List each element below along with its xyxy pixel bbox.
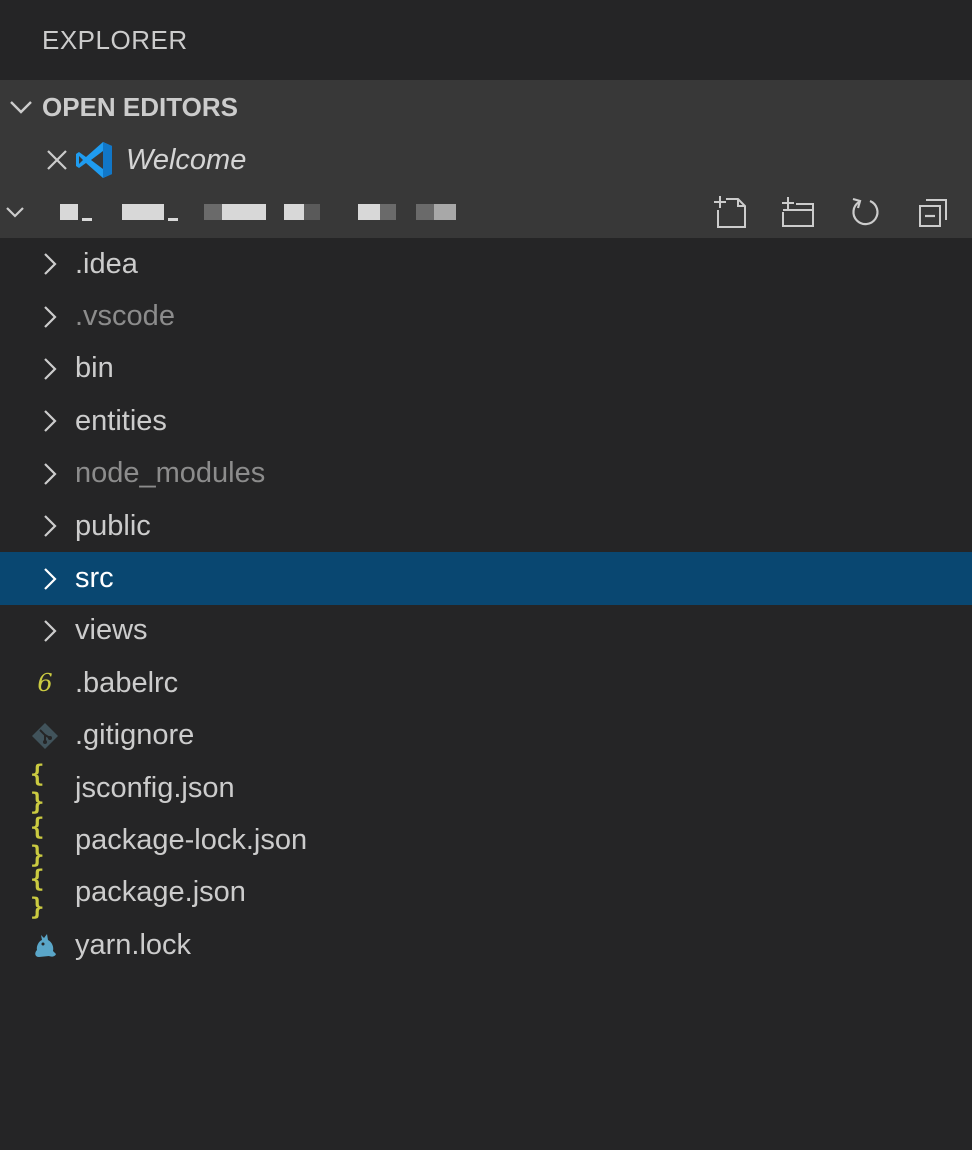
folder-item-vscode[interactable]: .vscode — [0, 290, 972, 342]
folder-label: .vscode — [75, 300, 175, 333]
folder-label: src — [75, 562, 114, 595]
chevron-down-icon — [0, 206, 30, 218]
git-icon — [30, 722, 60, 750]
open-editor-item-welcome[interactable]: Welcome — [0, 134, 972, 186]
file-item-babelrc[interactable]: 6 .babelrc — [0, 657, 972, 709]
close-icon[interactable] — [42, 149, 72, 171]
folder-label: public — [75, 509, 151, 542]
new-folder-icon[interactable] — [780, 194, 816, 230]
folder-actions — [712, 186, 952, 238]
folder-label: entities — [75, 404, 167, 437]
chevron-right-icon — [36, 409, 64, 433]
babel-icon: 6 — [37, 669, 53, 698]
folder-label: node_modules — [75, 457, 266, 490]
yarn-icon — [30, 931, 60, 959]
explorer-title: EXPLORER — [42, 25, 188, 55]
folder-label: bin — [75, 352, 114, 385]
folder-item-bin[interactable]: bin — [0, 343, 972, 395]
folder-item-entities[interactable]: entities — [0, 395, 972, 447]
folder-item-views[interactable]: views — [0, 605, 972, 657]
workspace-folder-header[interactable] — [0, 186, 972, 238]
file-label: yarn.lock — [75, 928, 192, 961]
collapse-all-icon[interactable] — [916, 194, 952, 230]
file-label: .babelrc — [75, 666, 179, 699]
workspace-folder-name-redacted — [60, 204, 456, 221]
new-file-icon[interactable] — [712, 194, 748, 230]
json-icon: { } — [30, 760, 44, 817]
file-item-package-lock[interactable]: { } package-lock.json — [0, 812, 972, 869]
open-editor-label: Welcome — [126, 143, 247, 176]
file-item-package-json[interactable]: { } package.json — [0, 864, 972, 921]
folder-label: .idea — [75, 247, 138, 280]
refresh-icon[interactable] — [848, 194, 884, 230]
open-editors-header[interactable]: OPEN EDITORS — [0, 80, 972, 134]
chevron-right-icon — [36, 252, 64, 276]
chevron-right-icon — [36, 462, 64, 486]
folder-item-src[interactable]: src — [0, 552, 972, 605]
chevron-right-icon — [36, 567, 64, 591]
file-label: package.json — [75, 876, 246, 909]
folder-item-public[interactable]: public — [0, 500, 972, 552]
chevron-right-icon — [36, 357, 64, 381]
chevron-right-icon — [36, 305, 64, 329]
vscode-logo-icon — [74, 139, 116, 181]
chevron-right-icon — [36, 619, 64, 643]
folder-item-node-modules[interactable]: node_modules — [0, 448, 972, 500]
json-icon: { } — [30, 812, 44, 869]
open-editors-label: OPEN EDITORS — [42, 91, 239, 122]
folder-item-idea[interactable]: .idea — [0, 238, 972, 290]
folder-label: views — [75, 614, 148, 647]
file-item-jsconfig[interactable]: { } jsconfig.json — [0, 760, 972, 817]
file-item-gitignore[interactable]: .gitignore — [0, 710, 972, 762]
file-tree: .idea .vscode bin entities node_modules — [0, 238, 972, 971]
file-label: jsconfig.json — [75, 771, 235, 804]
chevron-right-icon — [36, 514, 64, 538]
file-item-yarn-lock[interactable]: yarn.lock — [0, 919, 972, 971]
chevron-down-icon — [0, 100, 42, 114]
explorer-panel: EXPLORER OPEN EDITORS Welcome .idea .vsc… — [0, 0, 972, 1150]
json-icon: { } — [30, 864, 44, 921]
file-label: package-lock.json — [75, 823, 308, 856]
file-label: .gitignore — [75, 719, 195, 752]
